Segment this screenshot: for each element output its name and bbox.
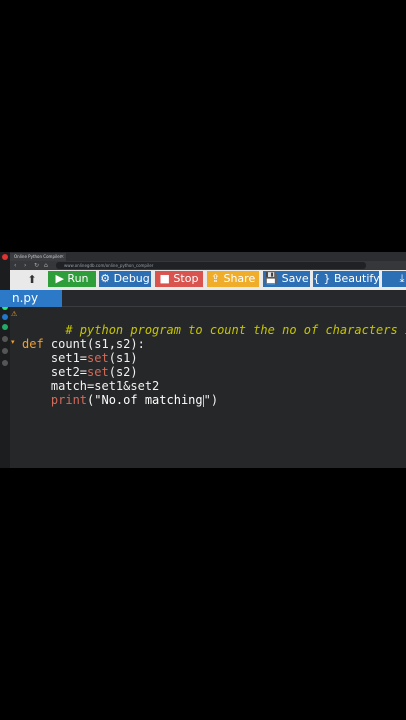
close-icon[interactable]: ×: [60, 253, 64, 261]
reload-icon[interactable]: ↻: [34, 261, 39, 270]
code-line-3: def count(s1,s2):: [22, 337, 145, 351]
share-button[interactable]: ⇪ Share: [207, 271, 259, 287]
set1-arg: (s1): [108, 351, 138, 365]
set2-arg: (s2): [108, 365, 138, 379]
opera-icon[interactable]: [2, 254, 8, 260]
debug-button[interactable]: ⚙ Debug: [99, 271, 151, 287]
sidebar-whatsapp-icon[interactable]: [2, 324, 8, 330]
url-input[interactable]: www.onlinegdb.com/online_python_compiler: [56, 262, 366, 269]
set2-assign: set2=: [22, 365, 88, 379]
browser-tab[interactable]: Online Python Compiler: [8, 253, 66, 261]
warning-marker-icon: ⚠: [11, 310, 18, 318]
beautify-button[interactable]: { } Beautify: [313, 271, 380, 287]
print-builtin: print: [22, 393, 88, 407]
code-line-1: # python program to count the no of char…: [22, 309, 406, 337]
sidebar-telegram-icon[interactable]: [2, 314, 8, 320]
keyword-def: def: [22, 337, 44, 351]
browser-window: Online Python Compiler × ‹ › ↻ ⌂ www.onl…: [0, 252, 406, 468]
file-tab-main[interactable]: n.py: [0, 290, 62, 307]
set1-assign: set1=: [22, 351, 88, 365]
stop-button[interactable]: ■ Stop: [155, 271, 203, 287]
set-builtin: set: [87, 351, 109, 365]
file-tab-strip: [62, 290, 406, 307]
back-icon[interactable]: ‹: [14, 261, 16, 270]
home-icon[interactable]: ⌂: [44, 261, 48, 270]
print-string-end: "): [203, 393, 219, 407]
sidebar-settings-icon[interactable]: [2, 360, 8, 366]
code-comment: # python program to count the no of char…: [65, 323, 406, 337]
onlinegdb-logo-icon[interactable]: ⬆: [18, 272, 46, 288]
run-button[interactable]: ▶ Run: [48, 271, 96, 287]
video-frame: { "browser": { "tab_title": "Online Pyth…: [0, 0, 406, 720]
browser-tab-title: Online Python Compiler: [14, 254, 62, 259]
sidebar-bookmarks-icon[interactable]: [2, 348, 8, 354]
code-line-5: set2=set(s2): [22, 365, 138, 379]
code-line-6: match=set1&set2: [22, 379, 160, 393]
forward-icon[interactable]: ›: [24, 261, 26, 270]
save-button[interactable]: 💾 Save: [263, 271, 310, 287]
sidebar-history-icon[interactable]: [2, 336, 8, 342]
browser-tab-bar: Online Python Compiler ×: [0, 252, 406, 261]
code-line-4: set1=set(s1): [22, 351, 138, 365]
code-editor[interactable]: ⚠ ▾ # python program to count the no of …: [10, 307, 406, 468]
address-bar: ‹ › ↻ ⌂ www.onlinegdb.com/online_python_…: [0, 261, 406, 270]
fold-arrow-icon[interactable]: ▾: [11, 338, 15, 346]
function-signature: count(s1,s2):: [43, 337, 145, 351]
browser-sidebar: [0, 252, 10, 468]
set-builtin: set: [87, 365, 109, 379]
download-button[interactable]: ⤓: [382, 271, 406, 287]
code-line-7: print("No.of matching"): [22, 393, 218, 407]
print-string: ("No.of matching: [87, 393, 203, 407]
compiler-toolbar: ⬆ ▶ Run ⚙ Debug ■ Stop ⇪ Share 💾 Save { …: [10, 270, 406, 290]
